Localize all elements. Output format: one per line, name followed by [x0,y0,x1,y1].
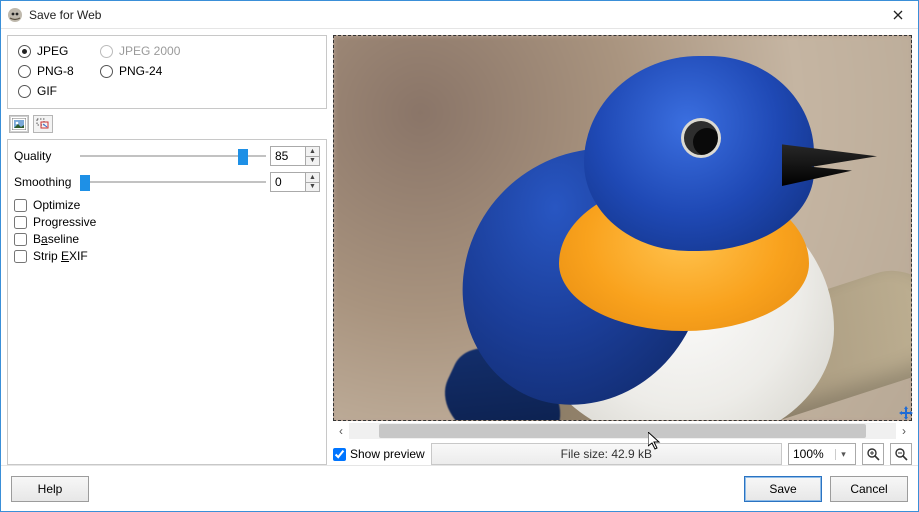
radio-png24[interactable]: PNG-24 [100,64,190,78]
radio-jpeg[interactable]: JPEG [18,44,90,58]
format-group: JPEG JPEG 2000 PNG-8 PNG-24 GIF [7,35,327,109]
filesize-display: File size: 42.9 kB [431,443,782,465]
save-for-web-dialog: Save for Web JPEG JPEG 2000 PNG-8 [0,0,919,512]
check-stripexif[interactable]: Strip EXIF [14,249,320,263]
show-preview-input[interactable] [333,448,346,461]
radio-jpeg2000-input [100,45,113,58]
radio-jpeg2000-label: JPEG 2000 [119,44,180,58]
radio-gif-input[interactable] [18,85,31,98]
zoom-value: 100% [793,447,835,461]
radio-jpeg-label: JPEG [37,44,68,58]
window-title: Save for Web [29,8,878,22]
radio-png24-input[interactable] [100,65,113,78]
smoothing-down[interactable]: ▼ [306,183,319,192]
smoothing-up[interactable]: ▲ [306,173,319,183]
save-button[interactable]: Save [744,476,822,502]
quality-down[interactable]: ▼ [306,157,319,166]
cancel-button[interactable]: Cancel [830,476,908,502]
tab-resize[interactable] [33,115,53,133]
preview-image [334,36,911,420]
scroll-right-button[interactable]: › [896,423,912,439]
help-button[interactable]: Help [11,476,89,502]
smoothing-spin[interactable]: ▲ ▼ [270,172,320,192]
preview-statusbar: Show preview File size: 42.9 kB 100% ▾ [333,443,912,465]
smoothing-row: Smoothing ▲ ▼ [14,172,320,192]
check-baseline[interactable]: Baseline [14,232,320,246]
scroll-left-button[interactable]: ‹ [333,423,349,439]
filesize-text: File size: 42.9 kB [561,447,652,461]
scroll-thumb[interactable] [379,424,866,438]
tab-image[interactable] [9,115,29,133]
scroll-track[interactable] [349,423,896,439]
check-optimize[interactable]: Optimize [14,198,320,212]
quality-label: Quality [14,149,76,163]
quality-row: Quality ▲ ▼ [14,146,320,166]
radio-png8-input[interactable] [18,65,31,78]
check-progressive-label: Progressive [33,215,96,229]
quality-spin[interactable]: ▲ ▼ [270,146,320,166]
show-preview-check[interactable]: Show preview [333,447,425,461]
move-icon[interactable] [898,405,914,421]
titlebar: Save for Web [1,1,918,29]
radio-png8-label: PNG-8 [37,64,74,78]
app-icon [7,7,23,23]
check-progressive[interactable]: Progressive [14,215,320,229]
check-stripexif-input[interactable] [14,250,27,263]
chevron-down-icon[interactable]: ▾ [835,449,851,460]
check-progressive-input[interactable] [14,216,27,229]
radio-png24-label: PNG-24 [119,64,162,78]
dialog-footer: Help Save Cancel [1,465,918,511]
radio-jpeg2000: JPEG 2000 [100,44,190,58]
show-preview-label: Show preview [350,447,425,461]
check-baseline-input[interactable] [14,233,27,246]
check-optimize-input[interactable] [14,199,27,212]
radio-gif-label: GIF [37,84,57,98]
radio-jpeg-input[interactable] [18,45,31,58]
zoom-out-button[interactable] [890,443,912,465]
quality-input[interactable] [271,147,305,165]
check-optimize-label: Optimize [33,198,80,212]
preview-h-scrollbar[interactable]: ‹ › [333,423,912,439]
radio-gif[interactable]: GIF [18,84,90,98]
dialog-body: JPEG JPEG 2000 PNG-8 PNG-24 GIF [1,29,918,465]
check-stripexif-label: Strip EXIF [33,249,88,263]
quality-up[interactable]: ▲ [306,147,319,157]
close-button[interactable] [878,1,918,29]
left-panel: JPEG JPEG 2000 PNG-8 PNG-24 GIF [7,35,327,465]
check-baseline-label: Baseline [33,232,79,246]
right-panel: ‹ › Show preview File size: 42.9 kB 100%… [333,35,912,465]
quality-slider[interactable] [80,147,266,165]
radio-png8[interactable]: PNG-8 [18,64,90,78]
jpeg-options-panel: Quality ▲ ▼ Smoothing [7,139,327,465]
smoothing-slider[interactable] [80,173,266,191]
zoom-in-button[interactable] [862,443,884,465]
smoothing-label: Smoothing [14,175,76,189]
zoom-combobox[interactable]: 100% ▾ [788,443,856,465]
option-tabs [7,115,327,133]
quality-slider-thumb[interactable] [238,149,248,165]
smoothing-slider-thumb[interactable] [80,175,90,191]
preview-area[interactable] [333,35,912,421]
smoothing-input[interactable] [271,173,305,191]
